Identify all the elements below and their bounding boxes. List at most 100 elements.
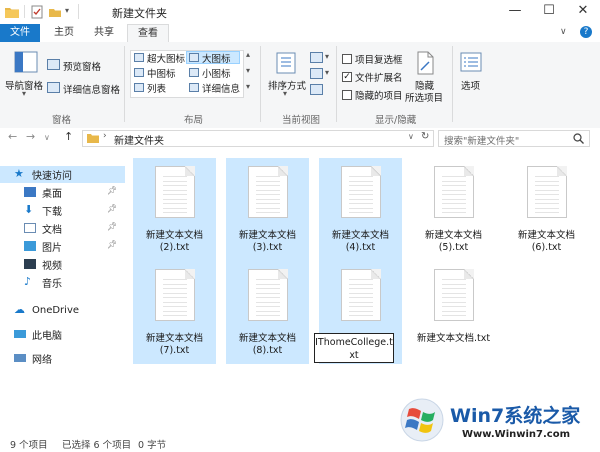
watermark-brand-win7: Win7系统之家: [450, 401, 580, 428]
tab-home[interactable]: 主页: [46, 24, 82, 42]
options-button[interactable]: 选项: [461, 78, 480, 92]
file-item[interactable]: 新建文本文档.txt: [412, 261, 495, 364]
small-icons-icon: [189, 68, 199, 77]
watermark: Win7系统之家 Www.Winwin7.com: [400, 395, 598, 450]
nav-videos[interactable]: 视频: [24, 256, 62, 272]
file-name: 新建文本文档.txt: [416, 333, 491, 345]
file-extensions-label: 文件扩展名: [355, 73, 403, 84]
layout-details[interactable]: 详细信息: [202, 81, 240, 95]
nav-quick-access[interactable]: ★ 快速访问: [14, 166, 72, 182]
nav-this-pc[interactable]: 此电脑: [14, 326, 62, 342]
pin-icon[interactable]: 📌︎: [107, 240, 117, 249]
layout-extra-large-icons[interactable]: 超大图标: [147, 51, 185, 65]
back-arrow-icon[interactable]: ←: [8, 130, 17, 143]
file-item[interactable]: IThomeCollege.t xt: [314, 261, 402, 364]
nav-downloads[interactable]: ⬇ 下载: [24, 202, 62, 218]
maximize-button[interactable]: ☐: [532, 0, 566, 24]
documents-icon: [24, 223, 36, 233]
layout-small-icons[interactable]: 小图标: [202, 66, 231, 80]
rename-input[interactable]: IThomeCollege.t xt: [314, 333, 394, 363]
preview-pane-icon: [47, 59, 60, 70]
file-extensions-checkbox[interactable]: ✓: [342, 72, 352, 82]
divider: [452, 46, 453, 122]
nav-label: 快速访问: [32, 170, 72, 182]
chevron-down-icon[interactable]: ▾: [325, 52, 329, 61]
customize-toolbar-icon[interactable]: ▾: [65, 6, 69, 15]
divider: [78, 4, 79, 19]
up-arrow-icon[interactable]: ↑: [64, 130, 73, 143]
pin-icon[interactable]: 📌︎: [107, 186, 117, 195]
close-button[interactable]: ✕: [566, 0, 600, 24]
size-columns-icon[interactable]: [310, 84, 323, 95]
add-columns-icon[interactable]: [310, 68, 323, 79]
tab-share[interactable]: 共享: [86, 24, 122, 42]
minimize-button[interactable]: —: [498, 0, 532, 24]
breadcrumb-current[interactable]: 新建文件夹: [114, 132, 164, 147]
layout-medium-icons[interactable]: 中图标: [147, 66, 176, 80]
text-document-icon: [341, 166, 381, 218]
hide-selected-icon[interactable]: [414, 50, 436, 76]
hidden-items-checkbox[interactable]: [342, 90, 352, 100]
pin-icon[interactable]: 📌︎: [107, 204, 117, 213]
search-icon[interactable]: [573, 133, 584, 144]
text-document-icon: [341, 269, 381, 321]
text-document-icon: [155, 269, 195, 321]
nav-documents[interactable]: 文档: [24, 220, 62, 236]
preview-pane-button[interactable]: 预览窗格: [63, 59, 101, 73]
item-checkboxes-checkbox[interactable]: [342, 54, 352, 64]
file-item[interactable]: 新建文本文档 (2).txt: [133, 158, 216, 261]
file-item[interactable]: 新建文本文档 (6).txt: [505, 158, 588, 261]
address-dropdown-icon[interactable]: ∨: [408, 132, 414, 141]
properties-icon[interactable]: [30, 5, 44, 19]
pin-icon[interactable]: 📌︎: [107, 222, 117, 231]
file-name-line: 新建文本文档: [145, 333, 203, 344]
nav-desktop[interactable]: 桌面: [24, 184, 62, 200]
file-item[interactable]: 新建文本文档 (4).txt: [319, 158, 402, 261]
file-item[interactable]: 新建文本文档 (8).txt: [226, 261, 309, 364]
nav-music[interactable]: ♪ 音乐: [24, 274, 62, 290]
group-label-panes: 窗格: [52, 115, 72, 126]
options-icon[interactable]: [459, 50, 483, 74]
tab-file[interactable]: 文件: [0, 24, 40, 42]
gallery-more-icon[interactable]: ▾: [246, 82, 250, 91]
nav-pictures[interactable]: 图片: [24, 238, 62, 254]
nav-label: 视频: [42, 260, 62, 272]
file-item[interactable]: 新建文本文档 (5).txt: [412, 158, 495, 261]
chevron-down-icon[interactable]: ▾: [22, 89, 26, 98]
forward-arrow-icon[interactable]: →: [26, 130, 35, 143]
tab-view[interactable]: 查看: [127, 24, 169, 43]
nav-onedrive[interactable]: ☁ OneDrive: [14, 302, 79, 318]
nav-label: 下载: [42, 206, 62, 218]
nav-label: 此电脑: [32, 330, 62, 342]
network-icon: [14, 354, 26, 362]
sort-by-icon[interactable]: [274, 50, 298, 76]
group-label-show-hide: 显示/隐藏: [375, 115, 417, 126]
layout-list[interactable]: 列表: [147, 81, 166, 95]
chevron-down-icon[interactable]: ▾: [325, 68, 329, 77]
nav-network[interactable]: 网络: [14, 350, 52, 366]
new-folder-quick-icon[interactable]: [48, 5, 62, 19]
navigation-pane-icon[interactable]: [14, 50, 38, 74]
gallery-down-icon[interactable]: ▾: [246, 66, 250, 75]
recent-locations-icon[interactable]: ∨: [44, 133, 50, 142]
chevron-down-icon[interactable]: ▾: [283, 89, 287, 98]
download-icon: ⬇: [24, 203, 34, 216]
windows-logo-icon: [400, 398, 444, 442]
gallery-up-icon[interactable]: ▴: [246, 50, 250, 59]
expand-ribbon-icon[interactable]: ∨: [560, 27, 567, 37]
folder-icon: [87, 134, 99, 143]
file-item[interactable]: 新建文本文档 (3).txt: [226, 158, 309, 261]
file-item[interactable]: 新建文本文档 (7).txt: [133, 261, 216, 364]
help-button[interactable]: ?: [580, 26, 592, 38]
layout-large-icons[interactable]: 大图标: [202, 51, 231, 65]
folder-icon: [5, 8, 19, 18]
group-by-icon[interactable]: [310, 52, 323, 63]
breadcrumb-separator[interactable]: ›: [103, 131, 107, 141]
hide-selected-label-2[interactable]: 所选项目: [405, 90, 443, 104]
watermark-url: Www.Winwin7.com: [462, 429, 571, 440]
file-name: 新建文本文档 (2).txt: [137, 230, 212, 254]
group-label-layout: 布局: [184, 115, 204, 126]
refresh-icon[interactable]: ↻: [421, 131, 429, 142]
details-pane-button[interactable]: 详细信息窗格: [63, 82, 120, 96]
file-name-line: 新建文本文档.txt: [416, 333, 491, 344]
